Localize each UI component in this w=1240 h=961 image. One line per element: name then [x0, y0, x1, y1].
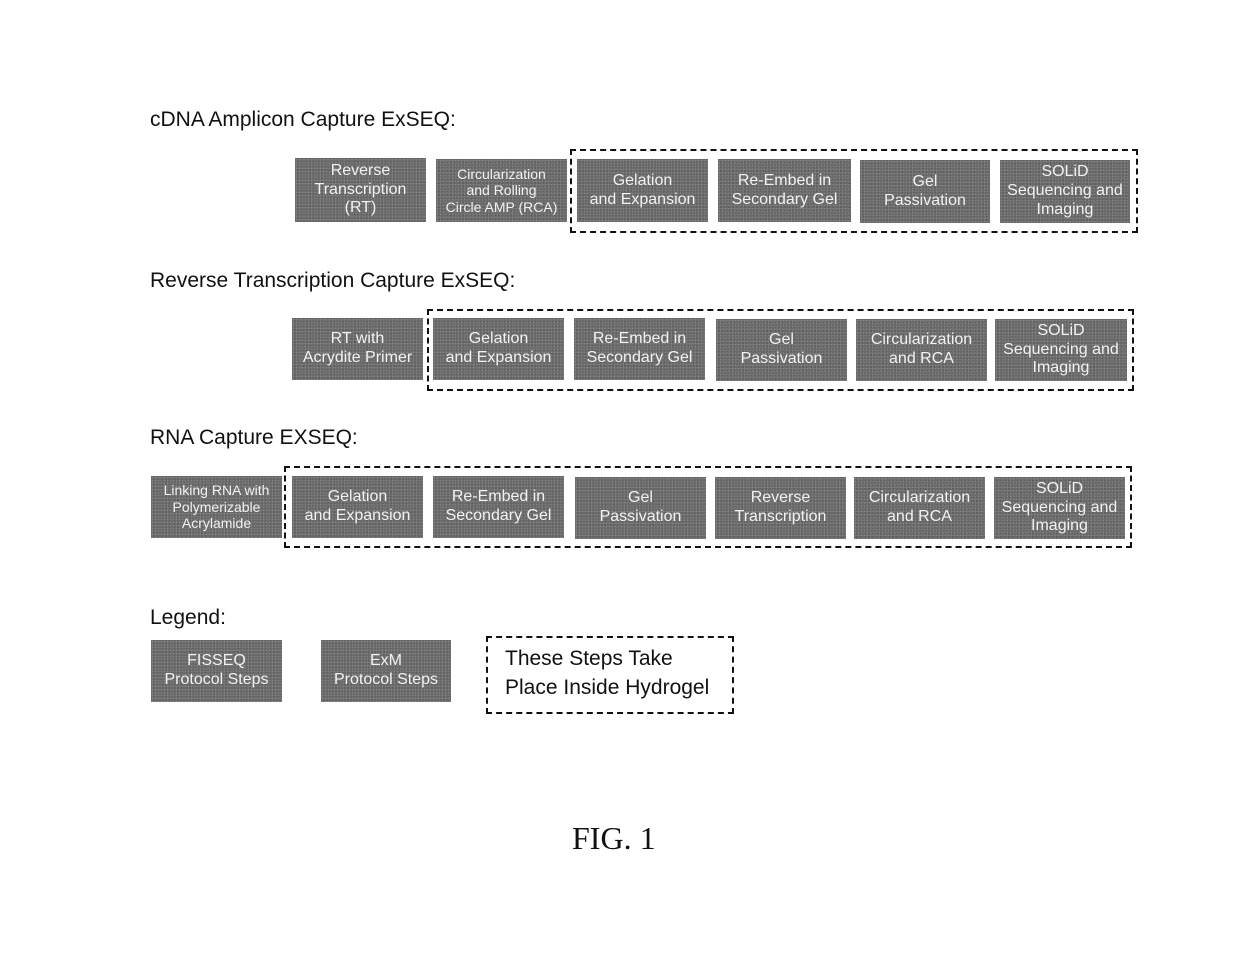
- row-title-rna-capture: RNA Capture EXSEQ:: [150, 426, 358, 449]
- step-reverse-transcription: Reverse Transcription: [715, 477, 846, 539]
- step-gelation-expansion: Gelation and Expansion: [577, 159, 708, 222]
- legend-fisseq-steps: FISSEQ Protocol Steps: [151, 640, 282, 702]
- legend-hydrogel-label: These Steps Take Place Inside Hydrogel: [505, 647, 710, 699]
- legend-exm-steps: ExM Protocol Steps: [321, 640, 451, 702]
- step-reverse-transcription: Reverse Transcription (RT): [295, 158, 426, 222]
- step-gelation-expansion: Gelation and Expansion: [292, 476, 423, 538]
- step-re-embed-secondary-gel: Re-Embed in Secondary Gel: [574, 318, 705, 380]
- step-circularization-rca: Circularization and RCA: [856, 319, 987, 381]
- step-rt-acrydite-primer: RT with Acrydite Primer: [292, 318, 423, 380]
- step-circularization-rca: Circularization and RCA: [854, 477, 985, 539]
- step-gel-passivation: Gel Passivation: [575, 477, 706, 539]
- step-circularization-rca: Circularization and Rolling Circle AMP (…: [436, 159, 567, 222]
- step-re-embed-secondary-gel: Re-Embed in Secondary Gel: [433, 476, 564, 538]
- figure-caption: FIG. 1: [572, 820, 656, 856]
- step-solid-sequencing-imaging: SOLiD Sequencing and Imaging: [994, 477, 1125, 539]
- legend-title: Legend:: [150, 606, 226, 629]
- row-title-cdna-amplicon: cDNA Amplicon Capture ExSEQ:: [150, 108, 456, 131]
- step-solid-sequencing-imaging: SOLiD Sequencing and Imaging: [1000, 160, 1130, 223]
- row-title-rt-capture: Reverse Transcription Capture ExSEQ:: [150, 269, 516, 292]
- step-solid-sequencing-imaging: SOLiD Sequencing and Imaging: [995, 319, 1127, 381]
- step-gelation-expansion: Gelation and Expansion: [433, 318, 564, 380]
- step-gel-passivation: Gel Passivation: [716, 319, 847, 381]
- step-gel-passivation: Gel Passivation: [860, 160, 990, 223]
- step-linking-rna-acrylamide: Linking RNA with Polymerizable Acrylamid…: [151, 476, 282, 538]
- step-re-embed-secondary-gel: Re-Embed in Secondary Gel: [718, 159, 851, 222]
